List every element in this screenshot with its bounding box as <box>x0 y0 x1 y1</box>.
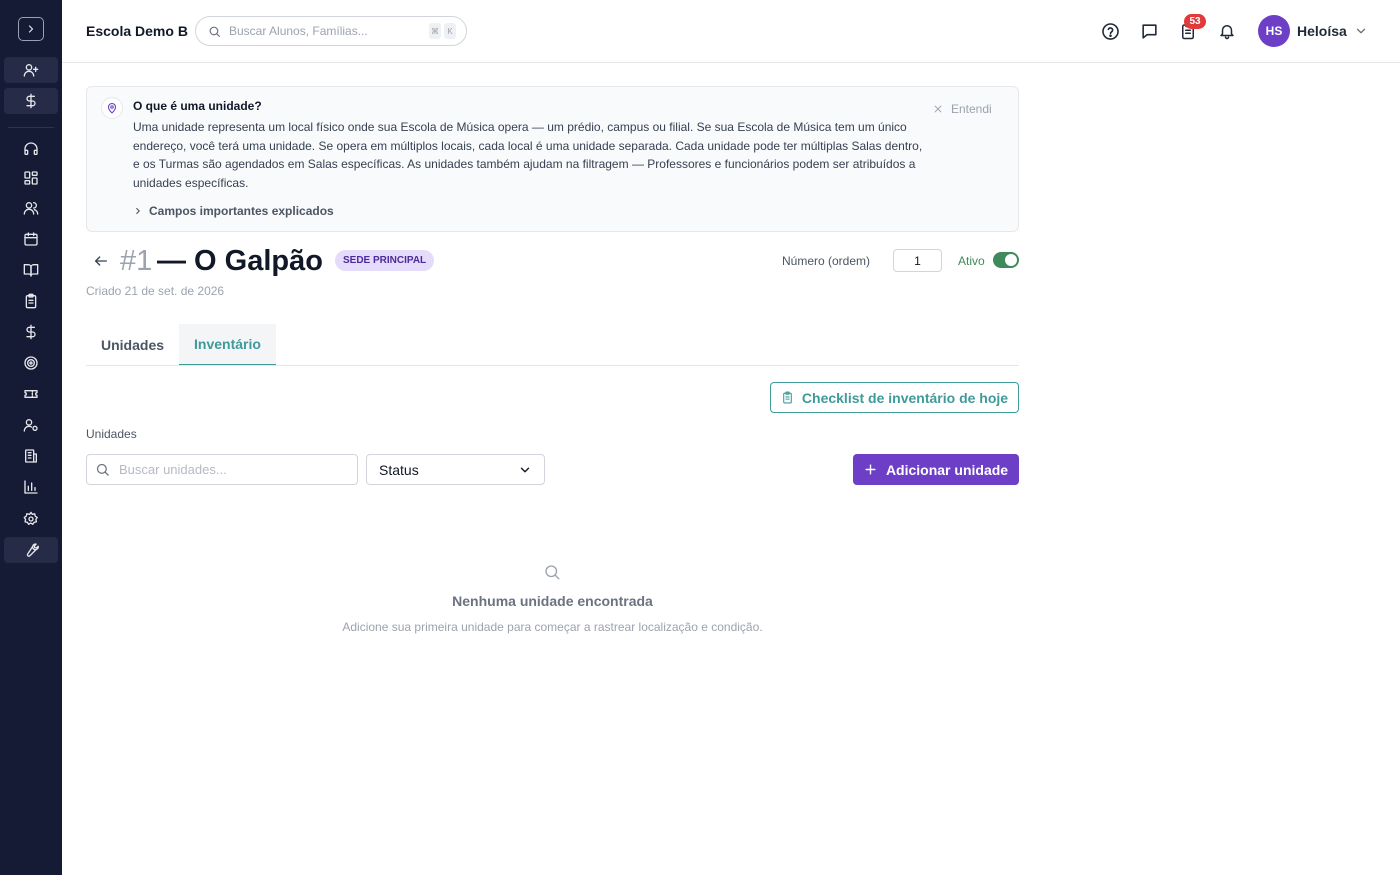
messages-button[interactable] <box>1138 20 1160 42</box>
empty-state-title: Nenhuma unidade encontrada <box>452 593 653 609</box>
chevron-down-icon <box>520 467 530 472</box>
empty-state-search-icon <box>543 563 561 581</box>
info-callout: O que é uma unidade? Uma unidade represe… <box>86 86 1019 232</box>
user-menu-toggle[interactable] <box>1354 24 1368 38</box>
location-name: — O Galpão <box>157 245 323 277</box>
active-toggle[interactable] <box>993 252 1019 268</box>
info-body: Uma unidade representa um local físico o… <box>133 120 923 190</box>
order-input[interactable] <box>893 249 942 272</box>
building-icon <box>25 449 37 463</box>
sidebar-item-staff[interactable] <box>4 412 58 438</box>
clipboard-icon <box>783 391 792 404</box>
plus-icon <box>865 464 876 475</box>
chevron-right-icon <box>136 207 140 215</box>
shortcut-key-cmd: ⌘ <box>429 23 441 39</box>
user-avatar[interactable]: HS <box>1258 15 1290 47</box>
dollar-icon <box>26 324 36 340</box>
info-more-toggle[interactable]: Campos importantes explicados <box>133 204 334 218</box>
gear-icon <box>23 511 38 525</box>
dashboard-icon <box>24 171 38 185</box>
sidebar-item-add-student[interactable] <box>4 57 58 83</box>
sidebar-item-attendance[interactable] <box>4 288 58 314</box>
message-icon <box>1141 23 1157 39</box>
tab-units[interactable]: Unidades <box>86 324 179 366</box>
dollar-icon <box>26 93 36 109</box>
empty-state-subtitle: Adicione sua primeira unidade para começ… <box>342 620 763 634</box>
help-icon <box>1101 22 1119 40</box>
user-cog-icon <box>23 419 38 432</box>
sidebar-item-goals[interactable] <box>4 350 58 376</box>
unit-search[interactable] <box>86 454 358 485</box>
calendar-icon <box>24 232 38 246</box>
sidebar-item-reports[interactable] <box>4 474 58 500</box>
arrow-left-icon <box>95 256 107 266</box>
sidebar-expand-button[interactable] <box>18 17 44 41</box>
add-unit-label: Adicionar unidade <box>885 461 1009 478</box>
active-label: Ativo <box>958 254 985 268</box>
tabs-divider <box>86 365 1019 366</box>
order-label: Número (ordem) <box>782 254 871 268</box>
status-filter-value: Status <box>379 461 419 478</box>
location-number: #1 <box>120 245 153 277</box>
sidebar-item-quick-payment[interactable] <box>4 88 58 114</box>
sidebar-item-lessons[interactable] <box>4 257 58 283</box>
chevron-right-icon <box>28 25 34 33</box>
status-filter-select[interactable]: Status <box>366 454 545 485</box>
sidebar-item-dashboard[interactable] <box>4 165 58 191</box>
sidebar-item-locations[interactable] <box>4 443 58 469</box>
users-icon <box>23 202 39 215</box>
sidebar <box>0 0 62 875</box>
add-unit-button[interactable]: Adicionar unidade <box>853 454 1019 485</box>
headquarters-badge: SEDE PRINCIPAL <box>335 250 435 271</box>
info-more-label: Campos importantes explicados <box>149 204 334 218</box>
sidebar-item-events[interactable] <box>4 381 58 407</box>
wrench-icon <box>26 543 39 557</box>
user-plus-icon <box>23 63 39 77</box>
ticket-icon <box>24 390 38 398</box>
info-dismiss-button[interactable]: Entendi <box>933 102 992 116</box>
inventory-checklist-button[interactable]: Checklist de inventário de hoje <box>770 382 1019 413</box>
sidebar-item-people[interactable] <box>4 195 58 221</box>
sidebar-item-tools[interactable] <box>4 537 58 563</box>
search-icon <box>209 26 220 37</box>
notifications-button[interactable] <box>1216 20 1238 42</box>
units-section-label: Unidades <box>86 427 137 441</box>
map-pin-icon <box>107 102 117 114</box>
sidebar-item-settings[interactable] <box>4 506 58 532</box>
search-icon <box>545 565 560 580</box>
bell-icon <box>1220 25 1234 40</box>
sidebar-item-finance[interactable] <box>4 319 58 345</box>
sidebar-item-calendar[interactable] <box>4 226 58 252</box>
unit-search-input[interactable] <box>119 462 349 477</box>
search-icon <box>96 463 109 476</box>
info-title: O que é uma unidade? <box>133 99 262 113</box>
close-icon <box>934 105 942 113</box>
help-button[interactable] <box>1099 20 1121 42</box>
created-date: Criado 21 de set. de 2026 <box>86 284 225 298</box>
global-search[interactable]: ⌘ K <box>195 16 467 46</box>
top-header: Escola Demo B ⌘ K 53 HS Heloísa <box>62 0 1400 63</box>
info-icon-wrapper <box>101 97 123 119</box>
book-open-icon <box>23 264 39 277</box>
sidebar-divider <box>8 127 54 128</box>
back-button[interactable] <box>92 252 110 270</box>
clipboard-icon <box>25 293 37 309</box>
school-name: Escola Demo B <box>86 23 188 39</box>
user-name[interactable]: Heloísa <box>1297 23 1347 39</box>
tasks-count-badge: 53 <box>1184 14 1206 29</box>
sidebar-item-support[interactable] <box>4 136 58 162</box>
shortcut-key-k: K <box>444 23 456 39</box>
headset-icon <box>24 142 38 155</box>
inventory-checklist-label: Checklist de inventário de hoje <box>801 389 1009 406</box>
tab-inventory[interactable]: Inventário <box>179 324 276 366</box>
global-search-input[interactable] <box>229 24 426 38</box>
bar-chart-icon <box>24 480 38 494</box>
chevron-down-icon <box>1356 28 1366 34</box>
info-dismiss-label: Entendi <box>951 102 992 116</box>
target-icon <box>24 356 38 370</box>
